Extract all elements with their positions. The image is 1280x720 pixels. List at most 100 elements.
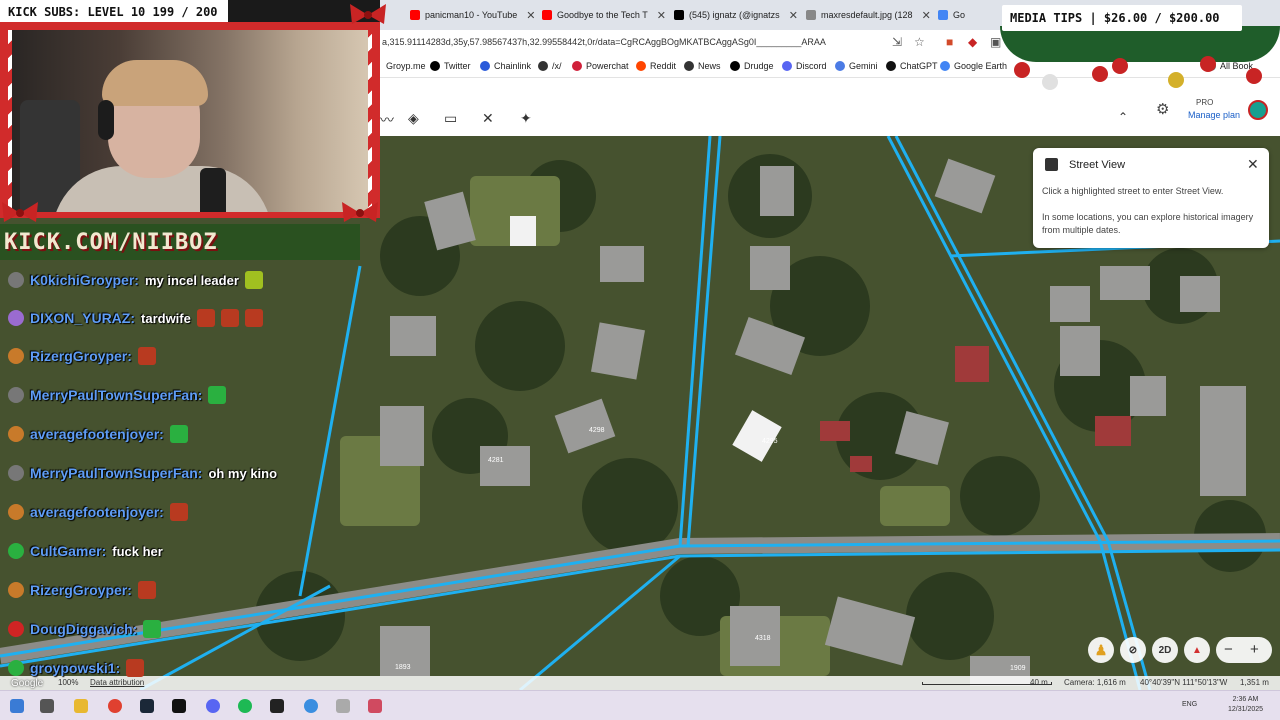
tools-icon[interactable]: ✕ xyxy=(482,110,494,127)
zoom-out-button[interactable]: − xyxy=(1224,641,1233,658)
chat-badge-icon xyxy=(8,621,24,637)
compass-icon[interactable]: ⊘ xyxy=(1120,637,1146,663)
chrome-icon[interactable] xyxy=(108,699,122,713)
chevron-up-icon[interactable]: ⌃ xyxy=(1118,110,1128,124)
chat-username: MerryPaulTownSuperFan: xyxy=(30,387,203,403)
browser-tab[interactable]: Goodbye to the Tech T ✕ xyxy=(542,4,672,26)
drudge-icon xyxy=(730,61,740,71)
bookmark-item[interactable]: /x/ xyxy=(538,61,562,71)
ornament-icon xyxy=(1092,66,1108,82)
chat-username: CultGamer: xyxy=(30,543,107,559)
chat-username: groypowski1: xyxy=(30,660,121,676)
pegman-icon[interactable]: ♟ xyxy=(1088,637,1114,663)
discord-icon xyxy=(782,61,792,71)
url-text[interactable]: a,315.91114283d,35y,57.98567437h,32.9955… xyxy=(382,37,826,47)
install-icon[interactable]: ⇲ xyxy=(892,35,902,49)
emote-icon xyxy=(137,581,156,599)
street-view-hint: Click a highlighted street to enter Stre… xyxy=(1042,186,1224,196)
media-tips-goal: MEDIA TIPS | $26.00 / $200.00 xyxy=(1010,11,1220,25)
browser-tab[interactable]: panicman10 - YouTube ✕ xyxy=(410,4,540,26)
emote-icon xyxy=(196,309,215,327)
chat-username: RizergGroyper: xyxy=(30,582,132,598)
emote-icon xyxy=(244,309,263,327)
bookmark-item[interactable]: ChatGPT xyxy=(886,61,938,71)
layers-icon[interactable]: ◈ xyxy=(408,110,419,127)
house-number: 1893 xyxy=(395,664,411,671)
emote-icon xyxy=(126,659,145,677)
chat-username: averagefootenjoyer: xyxy=(30,426,164,442)
task-view-icon[interactable] xyxy=(40,699,54,713)
street-view-card: Street View ✕ Click a highlighted street… xyxy=(1033,148,1269,248)
app-icon[interactable] xyxy=(270,699,284,713)
media-tips-banner: MEDIA TIPS | $26.00 / $200.00 xyxy=(1002,5,1242,31)
chat-username: K0kichiGroyper: xyxy=(30,272,139,288)
bookmark-item[interactable]: Google Earth xyxy=(940,61,1007,71)
chat-username: RizergGroyper: xyxy=(30,348,132,364)
zoom-control: − + xyxy=(1216,637,1272,663)
start-icon[interactable] xyxy=(10,699,24,713)
language-indicator[interactable]: ENG xyxy=(1182,701,1197,708)
webcam-feed xyxy=(12,30,368,212)
camera-altitude: Camera: 1,616 m xyxy=(1064,678,1126,687)
chat-message: K0kichiGroyper: my incel leader xyxy=(8,270,263,290)
chat-message: DougDiggavich: xyxy=(8,619,162,639)
steam-icon[interactable] xyxy=(140,699,154,713)
close-icon[interactable]: ✕ xyxy=(1247,156,1259,173)
gemini-icon xyxy=(835,61,845,71)
bookmark-item[interactable]: Groyp.me xyxy=(386,61,426,71)
browser-tab[interactable]: maxresdefault.jpg (128 ✕ xyxy=(806,4,938,26)
bookmark-item[interactable]: Drudge xyxy=(730,61,774,71)
browser-tab-active[interactable]: Go xyxy=(938,4,978,26)
toggle-2d-button[interactable]: 2D xyxy=(1152,637,1178,663)
bookmark-item[interactable]: Powerchat xyxy=(572,61,629,71)
path-tool-icon[interactable]: 〰 xyxy=(380,110,394,130)
chat-username: DougDiggavich: xyxy=(30,621,138,637)
folder-icon xyxy=(538,61,548,71)
chat-badge-icon xyxy=(8,582,24,598)
tab-favicon-icon xyxy=(542,10,552,20)
bookmark-star-icon[interactable]: ☆ xyxy=(914,35,925,49)
ornament-icon xyxy=(1014,62,1030,78)
bookmark-item[interactable]: Reddit xyxy=(636,61,676,71)
north-arrow-icon[interactable]: ▲ xyxy=(1184,637,1210,663)
app-icon[interactable] xyxy=(368,699,382,713)
discord-icon[interactable] xyxy=(206,699,220,713)
chat-message: averagefootenjoyer: xyxy=(8,502,188,522)
chat-message: CultGamer: fuck her xyxy=(8,541,163,561)
kick-subs-banner: KICK SUBS: LEVEL 10 199 / 200 xyxy=(0,0,228,24)
sparkle-icon[interactable]: ✦ xyxy=(520,110,532,127)
tab-close-icon[interactable]: ✕ xyxy=(922,9,931,22)
tab-close-icon[interactable]: ✕ xyxy=(526,9,535,22)
street-view-title: Street View xyxy=(1069,159,1126,171)
tab-close-icon[interactable]: ✕ xyxy=(789,9,798,22)
spotify-icon[interactable] xyxy=(238,699,252,713)
avatar[interactable] xyxy=(1248,100,1268,120)
ornament-icon xyxy=(1112,58,1128,74)
chat-username: averagefootenjoyer: xyxy=(30,504,164,520)
clock-time: 2:36 AM xyxy=(1232,696,1259,703)
app-icon[interactable] xyxy=(336,699,350,713)
gear-icon[interactable]: ⚙ xyxy=(1156,100,1169,118)
zoom-in-button[interactable]: + xyxy=(1250,641,1259,658)
manage-plan-link[interactable]: Manage plan xyxy=(1188,110,1240,120)
ruler-icon[interactable]: ▭ xyxy=(444,110,457,127)
extension-icon[interactable]: ■ xyxy=(946,35,953,49)
obs-icon[interactable] xyxy=(172,699,186,713)
bookmark-item[interactable]: Twitter xyxy=(430,61,471,71)
browser-tab[interactable]: (545) ignatz (@ignatzs ✕ xyxy=(674,4,804,26)
tab-close-icon[interactable]: ✕ xyxy=(657,9,666,22)
clock[interactable]: 2:36 AM 12/31/2025 xyxy=(1228,695,1263,715)
app-icon[interactable] xyxy=(304,699,318,713)
file-explorer-icon[interactable] xyxy=(74,699,88,713)
bookmark-item[interactable]: News xyxy=(684,61,721,71)
bookmark-item[interactable]: Chainlink xyxy=(480,61,531,71)
chat-text: my incel leader xyxy=(144,272,239,288)
ornament-icon xyxy=(1042,74,1058,90)
bookmark-item[interactable]: Discord xyxy=(782,61,827,71)
chatgpt-icon xyxy=(886,61,896,71)
house-number: 4295 xyxy=(762,438,778,445)
extension-icon[interactable]: ◆ xyxy=(968,35,977,49)
bookmark-item[interactable]: Gemini xyxy=(835,61,878,71)
chat-message: DIXON_YURAZ: tardwife xyxy=(8,308,263,328)
chat-message: MerryPaulTownSuperFan: xyxy=(8,385,227,405)
